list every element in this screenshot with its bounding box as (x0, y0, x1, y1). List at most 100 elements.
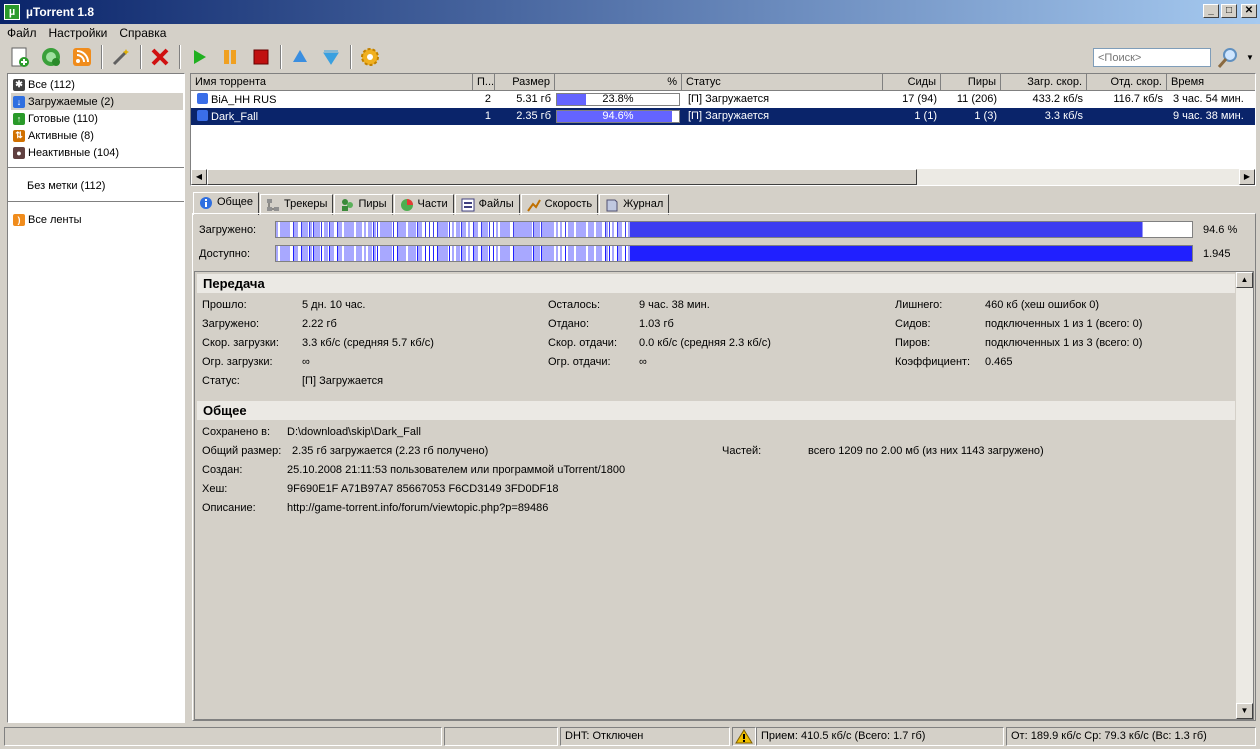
horizontal-scrollbar[interactable]: ◀ ▶ (191, 169, 1255, 185)
chevron-down-icon[interactable]: ▼ (1246, 53, 1254, 62)
add-url-button[interactable] (38, 44, 64, 70)
torrent-up-speed (1087, 108, 1167, 125)
dht-status[interactable]: DHT: Отключен (560, 727, 730, 746)
move-up-button[interactable] (287, 44, 313, 70)
stop-button[interactable] (248, 44, 274, 70)
menu-settings[interactable]: Настройки (42, 26, 113, 40)
torrent-status: [П] Загружается (688, 93, 770, 105)
status-cell-empty (4, 727, 442, 746)
tab-trackers[interactable]: Трекеры (260, 194, 334, 215)
category-label: Готовые (110) (28, 112, 98, 125)
info-icon (200, 197, 212, 209)
close-button[interactable]: ✕ (1241, 4, 1257, 18)
status-value: [П] Загружается (302, 375, 384, 387)
feeds-all[interactable]: ) Все ленты (11, 211, 183, 228)
scroll-up-icon[interactable]: ▲ (1236, 272, 1253, 288)
elapsed-value: 5 дн. 10 час. (302, 299, 366, 311)
start-button[interactable] (186, 44, 212, 70)
tab-peers[interactable]: Пиры (334, 194, 393, 215)
column-eta[interactable]: Время (1167, 74, 1255, 91)
column-percent[interactable]: % (555, 74, 682, 91)
torrent-peers: 11 (206) (956, 93, 997, 105)
menu-help[interactable]: Справка (112, 26, 171, 40)
tab-files[interactable]: Файлы (454, 194, 520, 215)
upload-status[interactable]: От: 189.9 кб/с Ср: 79.3 кб/с (Вс: 1.3 гб… (1006, 727, 1256, 746)
up-speed-key: Скор. отдачи: (548, 337, 618, 349)
description-value[interactable]: http://game-torrent.info/forum/viewtopic… (287, 502, 548, 514)
add-rss-button[interactable] (69, 44, 95, 70)
menu-bar: Файл Настройки Справка (0, 24, 1260, 41)
vertical-scrollbar[interactable]: ▲ ▼ (1236, 272, 1253, 719)
column-name[interactable]: Имя торрента (191, 74, 473, 91)
downloaded-value: 94.6 % (1203, 224, 1238, 236)
rss-icon: ) (13, 213, 25, 226)
list-header: Имя торрента П... Размер % Статус Сиды П… (191, 74, 1255, 91)
column-priority[interactable]: П... (473, 74, 495, 91)
minimize-button[interactable]: _ (1203, 4, 1219, 18)
scroll-thumb[interactable] (207, 169, 917, 185)
label-none[interactable]: Без метки (112) (11, 177, 183, 194)
scroll-right-icon[interactable]: ▶ (1239, 169, 1255, 185)
created-key: Создан: (202, 464, 243, 476)
seeds-key: Сидов: (895, 318, 931, 330)
torrent-row[interactable]: Dark_Fall 1 2.35 гб 94.6% [П] Загружаетс… (191, 108, 1255, 125)
feeds-label: Все ленты (28, 213, 82, 226)
hash-value: 9F690E1F A71B97A7 85667053 F6CD3149 3FD0… (287, 483, 559, 495)
category-all[interactable]: ✱ Все (112) (11, 76, 183, 93)
scroll-left-icon[interactable]: ◀ (191, 169, 207, 185)
category-inactive[interactable]: ● Неактивные (104) (11, 144, 183, 161)
wasted-key: Лишнего: (895, 299, 943, 311)
pause-button[interactable] (217, 44, 243, 70)
completed-icon: ↑ (13, 112, 25, 125)
add-torrent-button[interactable] (7, 44, 33, 70)
category-label: Неактивные (104) (28, 146, 119, 159)
create-torrent-button[interactable] (108, 44, 134, 70)
tab-log[interactable]: Журнал (599, 194, 670, 215)
column-size[interactable]: Размер (495, 74, 555, 91)
arrow-up-icon (293, 50, 307, 62)
column-peers[interactable]: Пиры (941, 74, 1001, 91)
rss-icon (73, 48, 91, 66)
torrent-down-speed: 3.3 кб/s (1044, 110, 1083, 122)
magic-wand-icon (112, 49, 129, 66)
warning-icon[interactable] (732, 727, 756, 746)
torrent-size: 2.35 гб (516, 110, 551, 122)
up-limit-key: Огр. отдачи: (548, 356, 611, 368)
inactive-icon: ● (13, 146, 25, 159)
torrent-priority: 1 (484, 110, 491, 122)
download-status[interactable]: Прием: 410.5 кб/с (Всего: 1.7 гб) (756, 727, 1004, 746)
move-down-button[interactable] (318, 44, 344, 70)
search-input[interactable] (1093, 48, 1211, 67)
tab-speed[interactable]: Скорость (520, 194, 599, 215)
torrent-row[interactable]: BiA_HH RUS 2 5.31 гб 23.8% [П] Загружает… (191, 91, 1255, 108)
torrent-progress: 94.6% (556, 110, 680, 123)
play-icon (194, 50, 206, 64)
download-icon: ↓ (13, 95, 25, 108)
column-up-speed[interactable]: Отд. скор. (1087, 74, 1167, 91)
search-button[interactable] (1215, 45, 1241, 71)
available-value: 1.945 (1203, 248, 1231, 260)
remove-torrent-button[interactable] (147, 44, 173, 70)
preferences-button[interactable] (357, 44, 383, 70)
tab-general[interactable]: Общее (193, 192, 260, 215)
tab-label: Пиры (358, 198, 387, 210)
ratio-value: 0.465 (985, 356, 1013, 368)
category-completed[interactable]: ↑ Готовые (110) (11, 110, 183, 127)
tab-pieces[interactable]: Части (393, 194, 454, 215)
column-seeds[interactable]: Сиды (883, 74, 941, 91)
ratio-key: Коэффициент: (895, 356, 971, 368)
available-label: Доступно: (199, 248, 251, 260)
maximize-button[interactable]: □ (1221, 4, 1237, 18)
menu-file[interactable]: Файл (0, 26, 42, 40)
column-status[interactable]: Статус (682, 74, 883, 91)
utorrent-app-icon[interactable]: µ (4, 4, 20, 20)
category-downloading[interactable]: ↓ Загружаемые (2) (11, 93, 183, 110)
category-active[interactable]: ⇅ Активные (8) (11, 127, 183, 144)
seeds-value: подключенных 1 из 1 (всего: 0) (985, 318, 1143, 330)
arrow-down-icon (323, 50, 339, 65)
torrent-name: BiA_HH RUS (211, 94, 277, 106)
column-down-speed[interactable]: Загр. скор. (1001, 74, 1087, 91)
remove-icon (151, 48, 169, 66)
scroll-down-icon[interactable]: ▼ (1236, 703, 1253, 719)
gear-icon (361, 48, 379, 66)
